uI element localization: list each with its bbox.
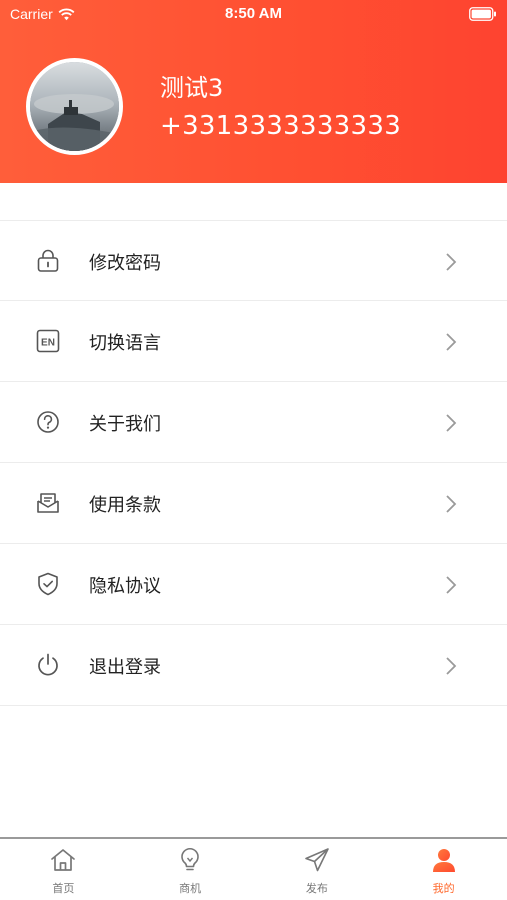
avatar[interactable] xyxy=(26,58,123,155)
battery-icon xyxy=(469,7,496,21)
menu-item-label: 修改密码 xyxy=(89,253,161,274)
menu-item-label: 隐私协议 xyxy=(89,576,161,597)
mail-envelope-icon xyxy=(37,493,59,513)
status-time: 8:50 AM xyxy=(225,5,282,22)
home-icon xyxy=(51,849,76,871)
settings-menu: 修改密码 EN 切换语言 关于我们 使用条款 隐私协议 退出登录 xyxy=(0,220,507,706)
user-icon xyxy=(432,849,455,872)
status-bar: Carrier 8:50 AM xyxy=(0,0,507,30)
chevron-right-icon xyxy=(446,414,457,432)
chevron-right-icon xyxy=(446,253,457,271)
en-language-icon: EN xyxy=(36,329,60,353)
menu-item-terms-of-use[interactable]: 使用条款 xyxy=(0,463,507,544)
shield-check-icon xyxy=(38,572,58,596)
menu-item-label: 退出登录 xyxy=(89,657,161,678)
profile-name: 测试3 xyxy=(160,74,224,102)
menu-item-privacy-policy[interactable]: 隐私协议 xyxy=(0,544,507,625)
tab-home[interactable]: 首页 xyxy=(0,839,127,900)
chevron-right-icon xyxy=(446,576,457,594)
power-icon xyxy=(38,653,58,676)
menu-item-label: 关于我们 xyxy=(89,414,161,435)
menu-item-logout[interactable]: 退出登录 xyxy=(0,625,507,706)
chevron-right-icon xyxy=(446,333,457,351)
menu-item-label: 切换语言 xyxy=(89,333,161,354)
tab-label: 发布 xyxy=(305,882,328,895)
avatar-photo xyxy=(30,62,119,151)
menu-item-switch-language[interactable]: EN 切换语言 xyxy=(0,301,507,382)
tab-opportunities[interactable]: 商机 xyxy=(127,839,254,900)
profile-header: Carrier 8:50 AM 测试3 +3313333333333 xyxy=(0,0,507,183)
tab-label: 商机 xyxy=(179,882,202,895)
paper-plane-icon xyxy=(305,848,329,872)
tab-label: 我的 xyxy=(432,882,455,895)
profile-phone: +3313333333333 xyxy=(160,111,402,141)
menu-item-label: 使用条款 xyxy=(89,495,161,516)
menu-item-change-password[interactable]: 修改密码 xyxy=(0,220,507,301)
svg-text:EN: EN xyxy=(41,338,55,349)
tab-publish[interactable]: 发布 xyxy=(254,839,381,900)
chevron-right-icon xyxy=(446,495,457,513)
lightbulb-icon xyxy=(181,848,199,871)
menu-item-about-us[interactable]: 关于我们 xyxy=(0,382,507,463)
lock-icon xyxy=(37,249,59,272)
tab-mine[interactable]: 我的 xyxy=(380,839,507,900)
tab-bar: 首页 商机 发布 我的 xyxy=(0,837,507,900)
question-circle-icon xyxy=(37,411,59,433)
tab-label: 首页 xyxy=(52,882,75,895)
chevron-right-icon xyxy=(446,657,457,675)
